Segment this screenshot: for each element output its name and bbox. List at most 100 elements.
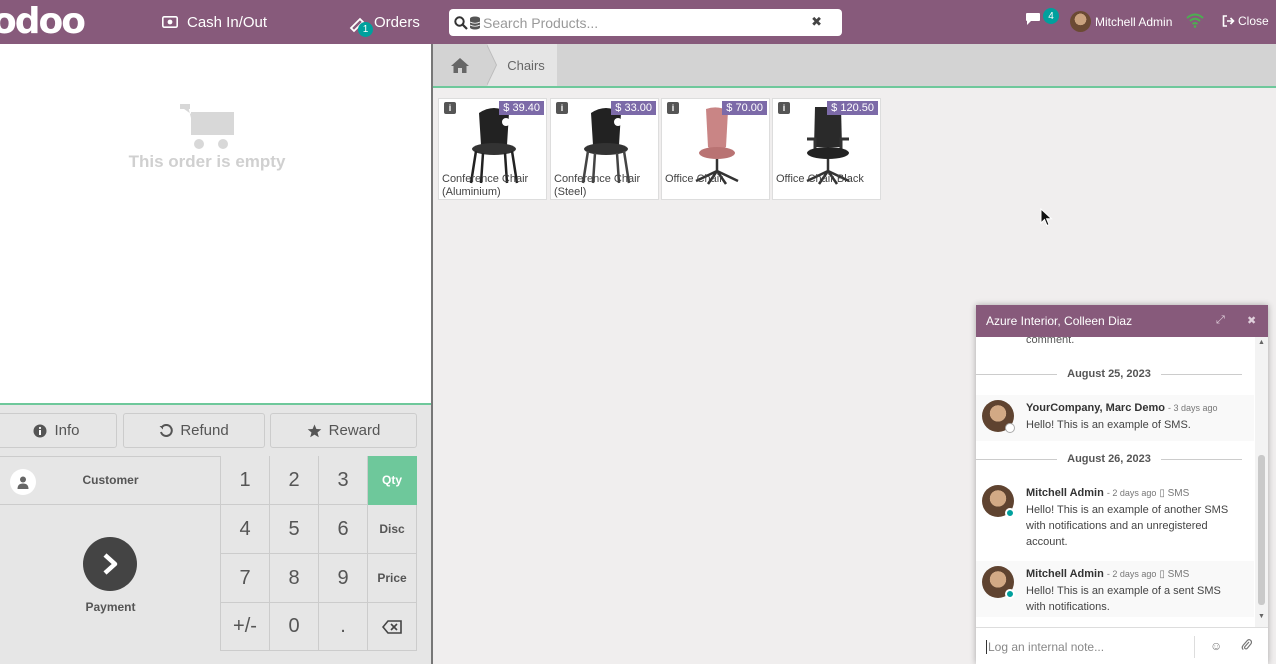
numpad-key-8[interactable]: 8	[270, 554, 319, 603]
info-icon	[33, 424, 47, 437]
numpad-key-7[interactable]: 7	[221, 554, 270, 603]
product-price: $ 120.50	[827, 101, 878, 115]
refund-label: Refund	[180, 422, 229, 439]
numpad-key-2[interactable]: 2	[270, 456, 319, 505]
numpad-key-decimal[interactable]: .	[319, 603, 368, 651]
user-menu[interactable]: Mitchell Admin	[1070, 11, 1172, 32]
message-author: Mitchell Admin - 2 days ago ▯ SMS	[1026, 568, 1190, 580]
category-breadcrumb: Chairs	[433, 44, 1276, 88]
emoji-icon[interactable]: ☺	[1210, 639, 1222, 653]
numpad-key-0[interactable]: 0	[270, 603, 319, 651]
odoo-logo: odoo	[0, 1, 86, 42]
cash-in-out-label: Cash In/Out	[187, 13, 268, 31]
home-icon	[451, 57, 469, 73]
customer-button[interactable]: Customer	[0, 456, 221, 505]
numpad-key-3[interactable]: 3	[319, 456, 368, 505]
sign-out-icon	[1222, 15, 1235, 27]
database-icon	[469, 16, 481, 29]
info-label: Info	[54, 422, 80, 439]
breadcrumb-separator-fill	[486, 44, 496, 86]
message-author-avatar	[982, 400, 1015, 433]
close-session-button[interactable]: Close	[1222, 14, 1269, 28]
expand-icon[interactable]: ⤢	[1216, 314, 1225, 327]
numpad-key-9[interactable]: 9	[319, 554, 368, 603]
money-icon	[162, 16, 178, 28]
numpad-key-plus-minus[interactable]: +/-	[221, 603, 270, 651]
product-price: $ 33.00	[611, 101, 656, 115]
product-info-icon[interactable]: i	[444, 102, 456, 114]
paperclip-icon[interactable]	[1241, 638, 1253, 654]
chat-window-title: Azure Interior, Colleen Diaz	[986, 314, 1133, 328]
product-card[interactable]: i $ 33.00 Conference Chair (Steel)	[550, 98, 659, 200]
chat-composer: Log an internal note... ☺	[976, 627, 1268, 664]
message-author: YourCompany, Marc Demo - 3 days ago	[1026, 402, 1218, 414]
close-icon[interactable]: ✖	[1247, 314, 1256, 327]
mouse-cursor-icon	[1040, 208, 1053, 227]
message-body: Hello! This is an example of another SMS…	[1026, 504, 1229, 548]
cart-icon	[180, 104, 234, 149]
top-bar: odoo Cash In/Out 1 Orders Search Product…	[0, 0, 1276, 44]
orders-count-badge: 1	[358, 22, 373, 37]
user-name: Mitchell Admin	[1095, 14, 1173, 29]
mode-qty-button[interactable]: Qty	[368, 456, 417, 505]
clear-search-button[interactable]: ✖	[811, 14, 822, 30]
product-card[interactable]: i $ 39.40 Conference Chair (Aluminium)	[438, 98, 547, 200]
refund-button[interactable]: Refund	[123, 413, 265, 448]
chat-message: Mitchell Admin - 2 days ago ▯ SMS Hello! T…	[976, 480, 1254, 552]
order-pane: This order is empty Info Refund Reward C…	[0, 44, 431, 664]
product-price: $ 39.40	[499, 101, 544, 115]
product-card[interactable]: i $ 120.50 Office Chair Black	[772, 98, 881, 200]
product-name: Office Chair	[665, 173, 723, 185]
chat-window-header[interactable]: Azure Interior, Colleen Diaz ⤢ ✖	[976, 305, 1268, 337]
chat-message: YourCompany, Marc Demo - 3 days ago Hello…	[976, 395, 1254, 441]
mode-disc-button[interactable]: Disc	[368, 505, 417, 554]
chat-count-badge: 4	[1043, 8, 1059, 24]
numpad-key-6[interactable]: 6	[319, 505, 368, 554]
breadcrumb-chairs[interactable]: Chairs	[487, 44, 557, 86]
reward-button[interactable]: Reward	[270, 413, 417, 448]
product-name: Conference Chair (Steel)	[554, 173, 641, 198]
product-name: Conference Chair (Aluminium)	[442, 173, 529, 198]
chat-thread: comment. August 25, 2023 YourCompany, Ma…	[976, 337, 1254, 627]
product-info-icon[interactable]: i	[778, 102, 790, 114]
numpad-key-4[interactable]: 4	[221, 505, 270, 554]
product-name: Office Chair Black	[776, 173, 864, 185]
message-author: Mitchell Admin - 2 days ago ▯ SMS	[1026, 487, 1190, 499]
info-button[interactable]: Info	[0, 413, 117, 448]
numpad: 1 2 3 Qty 4 5 6 Disc 7 8 9 Price +/- 0 .	[221, 456, 417, 651]
message-body: Hello! This is an example of a sent SMS …	[1026, 585, 1221, 613]
backspace-icon	[382, 619, 402, 634]
wifi-icon	[1186, 13, 1204, 28]
message-author-avatar	[982, 485, 1015, 518]
search-products-box[interactable]: Search Products... ✖	[449, 9, 842, 36]
numpad-key-5[interactable]: 5	[270, 505, 319, 554]
payment-button[interactable]: Payment	[0, 505, 221, 651]
product-info-icon[interactable]: i	[667, 102, 679, 114]
undo-icon	[159, 423, 174, 437]
user-avatar	[1070, 11, 1091, 32]
empty-order-text: This order is empty	[128, 152, 286, 171]
date-separator: August 25, 2023	[976, 368, 1252, 380]
chat-notification-button[interactable]: 4	[1025, 8, 1059, 26]
scroll-up-icon[interactable]: ▲	[1258, 339, 1265, 346]
search-icon	[454, 15, 468, 30]
payment-label: Payment	[85, 600, 136, 614]
customer-label: Customer	[82, 473, 139, 487]
orders-button[interactable]: 1 Orders	[348, 0, 420, 44]
chat-scrollbar[interactable]: ▲ ▼	[1255, 337, 1268, 627]
search-input[interactable]: Search Products...	[483, 15, 598, 31]
orders-label: Orders	[374, 13, 420, 31]
home-category-button[interactable]	[433, 44, 487, 86]
scroll-down-icon[interactable]: ▼	[1258, 613, 1265, 620]
product-card[interactable]: i $ 70.00 Office Chair	[661, 98, 770, 200]
composer-input[interactable]: Log an internal note...	[986, 640, 1104, 654]
product-info-icon[interactable]: i	[556, 102, 568, 114]
chat-scroll-thumb[interactable]	[1258, 455, 1265, 605]
numpad-key-1[interactable]: 1	[221, 456, 270, 505]
cash-in-out-button[interactable]: Cash In/Out	[162, 0, 267, 44]
backspace-button[interactable]	[368, 603, 417, 651]
composer-divider	[1194, 636, 1195, 658]
message-body: Hello! This is an example of SMS.	[1026, 419, 1191, 431]
mode-price-button[interactable]: Price	[368, 554, 417, 603]
date-separator: August 26, 2023	[976, 453, 1252, 465]
